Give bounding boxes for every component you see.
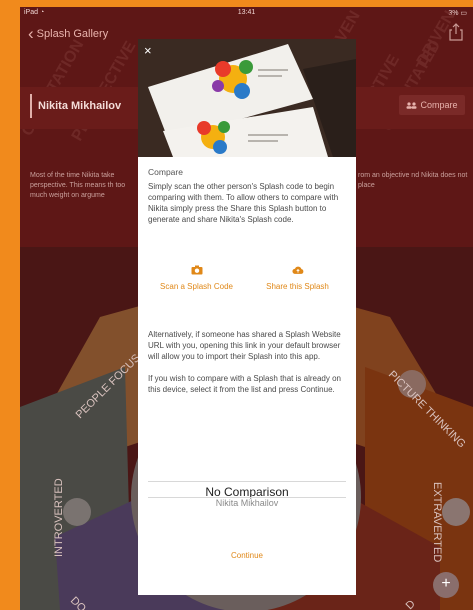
add-button[interactable]: + [433, 572, 459, 598]
compare-modal: × Compare Simply scan the other person's… [138, 39, 356, 595]
profile-description-continued: rom an objective nd Nikita does not plac… [358, 172, 468, 189]
compare-button[interactable]: Compare [399, 95, 465, 115]
close-button[interactable]: × [144, 43, 152, 58]
alt-paragraph: If you wish to compare with a Splash tha… [148, 374, 341, 394]
profile-description: Most of the time Nikita take perspective… [30, 172, 126, 199]
app-frame: iPad ◔ 13:41 3% ▭ ‹ Splash Gallery ORIEN… [20, 7, 473, 610]
alt-paragraph: Alternatively, if someone has shared a S… [148, 330, 341, 361]
continue-button[interactable]: Continue [138, 551, 356, 560]
label-extraverted: EXTRAVERTED [431, 482, 443, 562]
people-icon [406, 101, 417, 109]
share-splash-label: Share this Splash [266, 282, 329, 291]
comparison-picker[interactable]: No Comparison Nikita Mikhailov [148, 477, 346, 517]
intro-text: Simply scan the other person's Splash co… [148, 182, 339, 224]
compare-intro: Compare Simply scan the other person's S… [148, 167, 346, 225]
share-splash-button[interactable]: Share this Splash [243, 265, 352, 291]
hero-image [138, 39, 356, 157]
wheel-handle[interactable] [63, 498, 91, 526]
wheel-handle[interactable] [442, 498, 470, 526]
label-introverted: INTROVERTED [53, 478, 65, 557]
scan-code-button[interactable]: Scan a Splash Code [142, 265, 251, 291]
camera-icon [191, 265, 202, 275]
alternative-instructions: Alternatively, if someone has shared a S… [148, 329, 346, 406]
compare-button-label: Compare [420, 100, 458, 110]
scan-code-label: Scan a Splash Code [160, 282, 233, 291]
profile-name: Nikita Mikhailov [30, 94, 121, 118]
modal-title: Compare [148, 167, 183, 177]
picker-option[interactable]: Nikita Mikhailov [148, 498, 346, 508]
cloud-upload-icon [291, 266, 303, 274]
splash-cards-image [138, 39, 356, 157]
picker-divider [148, 481, 346, 482]
compare-actions: Scan a Splash Code Share this Splash [138, 265, 356, 305]
